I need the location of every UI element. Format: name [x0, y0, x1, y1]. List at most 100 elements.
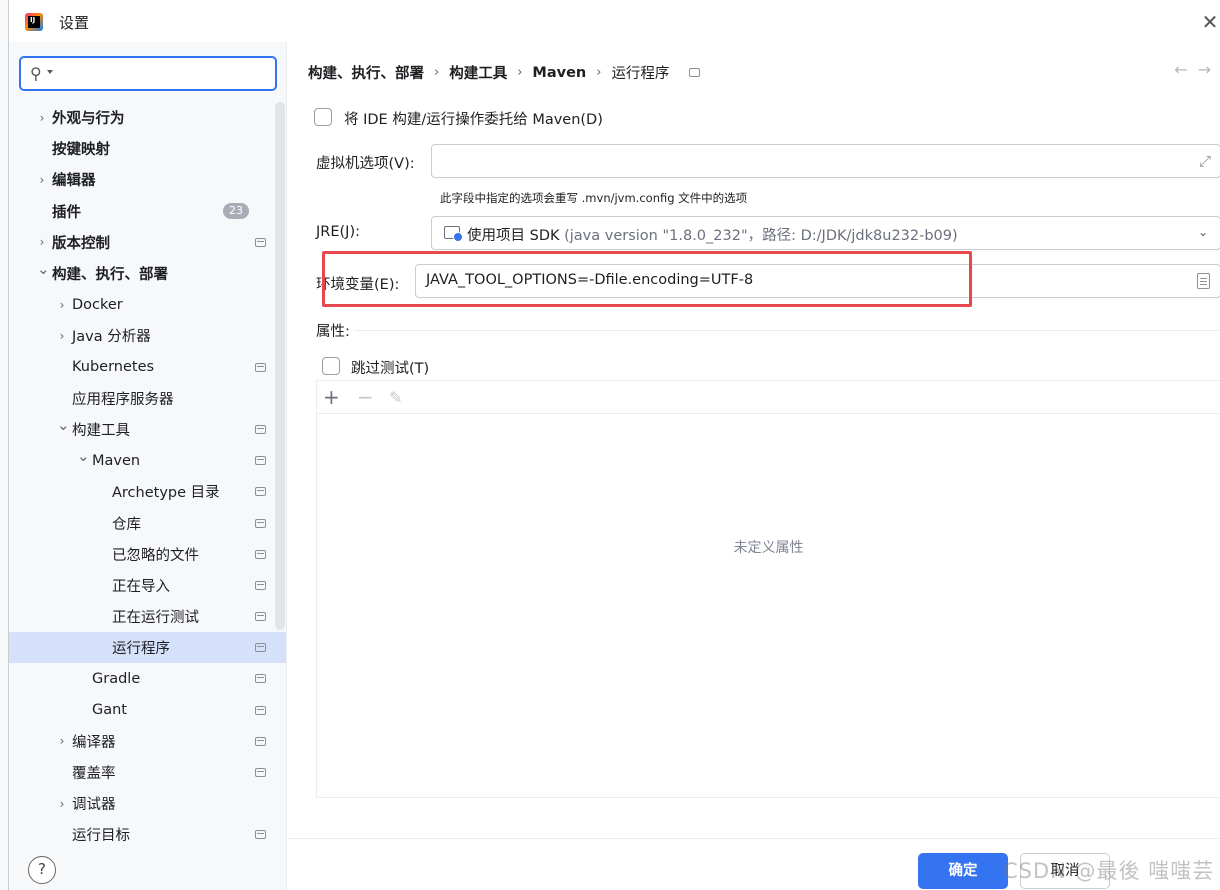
sidebar-item-label: 运行目标: [72, 828, 130, 845]
skip-tests-checkbox[interactable]: [322, 357, 340, 375]
sidebar-item-label: 应用程序服务器: [72, 391, 174, 408]
project-scope-icon: [255, 768, 266, 778]
jre-detail-text: (java version "1.8.0_232"，路径: D:/JDK/jdk…: [559, 228, 958, 244]
chevron-down-icon[interactable]: ⌄: [57, 416, 70, 434]
sidebar-item[interactable]: › 调试器: [9, 788, 286, 819]
sidebar-item[interactable]: › 编辑器: [9, 164, 286, 195]
chevron-right-icon[interactable]: ›: [57, 797, 67, 811]
project-scope-icon: [255, 424, 266, 434]
window-title: 设置: [59, 14, 90, 32]
expand-icon[interactable]: ⤢: [1199, 152, 1211, 170]
chevron-down-icon: ⌄: [1197, 225, 1208, 239]
sidebar-item[interactable]: 插件 23: [9, 196, 286, 227]
sidebar-item-label: 编辑器: [52, 173, 96, 190]
properties-table: + − ✎ 未定义属性: [316, 380, 1220, 798]
jre-select[interactable]: 使用项目 SDK (java version "1.8.0_232"，路径: D…: [431, 216, 1220, 250]
sidebar-item[interactable]: › 版本控制: [9, 227, 286, 258]
breadcrumb: 构建、执行、部署 › 构建工具 › Maven › 运行程序: [308, 62, 701, 83]
breadcrumb-item[interactable]: 构建、执行、部署: [308, 62, 424, 83]
sidebar-item-label: Kubernetes: [72, 359, 155, 376]
edit-env-vars-icon[interactable]: [1197, 273, 1210, 289]
project-scope-icon: [255, 830, 266, 840]
settings-dialog: IJ 设置 ✕ ⚲ › 外观与行为 按键映射 › 编辑器 插件 23 › 版本控制 ⌄ 构建、执行、…: [8, 0, 1220, 890]
sidebar-item[interactable]: ⌄ 构建、执行、部署: [9, 258, 286, 289]
sidebar-item[interactable]: ⌄ Maven: [9, 445, 286, 476]
sidebar-item[interactable]: Gradle: [9, 663, 286, 694]
forward-arrow-icon[interactable]: →: [1198, 60, 1220, 79]
chevron-right-icon[interactable]: ›: [57, 298, 67, 312]
project-scope-icon: [255, 518, 266, 528]
help-button[interactable]: ?: [28, 856, 56, 884]
project-scope-icon: [255, 705, 266, 715]
sidebar-item[interactable]: 运行目标: [9, 819, 286, 850]
close-icon[interactable]: ✕: [1199, 10, 1220, 34]
search-input[interactable]: ⚲: [19, 56, 277, 91]
sidebar-item[interactable]: 已忽略的文件: [9, 539, 286, 570]
breadcrumb-current: 运行程序: [611, 66, 670, 82]
sidebar-item[interactable]: 运行程序: [9, 632, 286, 664]
sidebar-item-label: Gant: [92, 702, 127, 719]
project-scope-icon: [689, 68, 701, 77]
sidebar-item-label: 运行程序: [112, 641, 170, 658]
breadcrumb-separator-icon: ›: [434, 65, 440, 80]
sidebar-item[interactable]: Archetype 目录: [9, 476, 286, 507]
main-panel: 构建、执行、部署 › 构建工具 › Maven › 运行程序 ←→ 将 IDE …: [288, 42, 1220, 890]
sidebar-item-label: 版本控制: [52, 235, 110, 252]
sidebar-item-label: 插件: [52, 204, 81, 221]
project-scope-icon: [255, 674, 266, 684]
project-scope-icon: [255, 237, 266, 247]
sidebar-item-label: Docker: [72, 296, 123, 313]
count-badge: 23: [223, 203, 249, 220]
annotation-highlight-box: [322, 251, 972, 307]
empty-properties-text: 未定义属性: [733, 540, 804, 556]
project-scope-icon: [255, 456, 266, 466]
sidebar-item[interactable]: 覆盖率: [9, 757, 286, 788]
back-arrow-icon[interactable]: ←: [1174, 60, 1197, 79]
sidebar-item-label: 调试器: [72, 797, 116, 814]
search-icon: ⚲: [30, 64, 42, 83]
sidebar-item-label: 编译器: [72, 734, 116, 751]
sidebar-item[interactable]: ⌄ 构建工具: [9, 414, 286, 445]
project-scope-icon: [255, 487, 266, 497]
add-icon[interactable]: +: [323, 385, 340, 409]
ok-button[interactable]: 确定: [918, 853, 1008, 889]
sidebar-item[interactable]: 按键映射: [9, 133, 286, 164]
intellij-logo-icon: IJ: [25, 13, 43, 31]
watermark: CSDN @最後 嗤嗤芸: [1003, 859, 1215, 883]
dialog-footer: 确定 取消 CSDN @最後 嗤嗤芸: [288, 838, 1220, 890]
sidebar-item[interactable]: Gant: [9, 695, 286, 726]
project-scope-icon: [255, 736, 266, 746]
sidebar-item[interactable]: › Java 分析器: [9, 320, 286, 351]
sidebar-item-label: Java 分析器: [72, 329, 151, 346]
search-options-chevron-icon[interactable]: [47, 70, 53, 74]
edit-pencil-icon[interactable]: ✎: [389, 388, 402, 407]
remove-icon[interactable]: −: [357, 385, 374, 409]
settings-tree: › 外观与行为 按键映射 › 编辑器 插件 23 › 版本控制 ⌄ 构建、执行、部署 › Docker ›…: [9, 102, 286, 851]
sidebar-item[interactable]: › 外观与行为: [9, 102, 286, 133]
sidebar-item-label: Gradle: [92, 670, 141, 687]
breadcrumb-item[interactable]: Maven: [532, 65, 586, 81]
chevron-right-icon[interactable]: ›: [57, 734, 67, 748]
chevron-right-icon[interactable]: ›: [57, 329, 67, 343]
sidebar-item[interactable]: 应用程序服务器: [9, 383, 286, 414]
section-divider: [354, 330, 1220, 331]
vm-options-field[interactable]: ⤢: [431, 144, 1220, 178]
breadcrumb-item[interactable]: 构建工具: [449, 62, 507, 83]
sidebar-item[interactable]: 正在运行测试: [9, 601, 286, 632]
sidebar-item[interactable]: › Docker: [9, 289, 286, 320]
properties-section-title: 属性:: [316, 324, 350, 340]
delegate-maven-checkbox[interactable]: [314, 108, 332, 126]
sidebar-item[interactable]: › 编译器: [9, 726, 286, 757]
sidebar-item-label: 仓库: [112, 516, 141, 533]
sidebar-item[interactable]: 正在导入: [9, 570, 286, 601]
project-scope-icon: [255, 362, 266, 372]
chevron-down-icon[interactable]: ⌄: [37, 260, 50, 278]
chevron-right-icon[interactable]: ›: [37, 111, 47, 125]
sidebar-item-label: 构建工具: [72, 422, 130, 439]
chevron-down-icon[interactable]: ⌄: [77, 447, 90, 465]
sidebar-item[interactable]: Kubernetes: [9, 352, 286, 383]
chevron-right-icon[interactable]: ›: [37, 173, 47, 187]
delegate-maven-label: 将 IDE 构建/运行操作委托给 Maven(D): [344, 112, 603, 128]
sidebar-item[interactable]: 仓库: [9, 507, 286, 538]
chevron-right-icon[interactable]: ›: [37, 235, 47, 249]
